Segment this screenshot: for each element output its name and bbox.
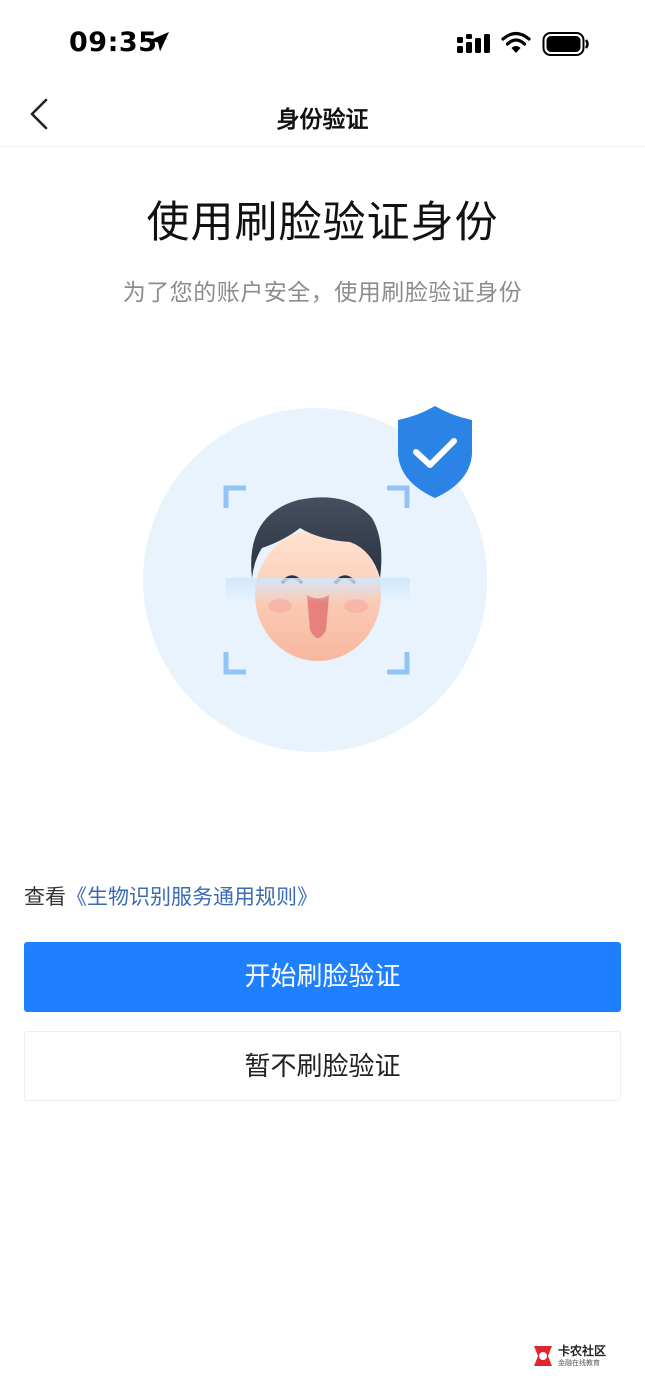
scan-line <box>226 578 410 602</box>
watermark-title: 卡农社区 <box>558 1344 607 1358</box>
rules-prefix: 查看 <box>24 885 66 909</box>
location-arrow-icon <box>149 32 169 52</box>
status-bar: 09:35 <box>0 0 645 88</box>
start-face-verify-button[interactable]: 开始刷脸验证 <box>24 942 621 1012</box>
rules-line: 查看《生物识别服务通用规则》 <box>24 881 318 911</box>
main-title: 使用刷脸验证身份 <box>146 198 499 248</box>
rules-link[interactable]: 《生物识别服务通用规则》 <box>66 885 318 909</box>
watermark: 卡农社区 金融在线教育 <box>531 1342 631 1372</box>
watermark-subtitle: 金融在线教育 <box>558 1359 600 1367</box>
battery-icon <box>542 32 589 56</box>
status-time: 09:35 <box>69 27 158 58</box>
skip-face-verify-button[interactable]: 暂不刷脸验证 <box>24 1031 621 1101</box>
subtitle: 为了您的账户安全，使用刷脸验证身份 <box>122 280 523 306</box>
wifi-icon <box>501 31 531 53</box>
watermark-logo-icon <box>534 1346 552 1366</box>
signal-icon <box>457 34 490 53</box>
page-title: 身份验证 <box>276 107 369 133</box>
face-illustration <box>143 406 487 752</box>
nav-bar: 身份验证 <box>0 88 645 147</box>
